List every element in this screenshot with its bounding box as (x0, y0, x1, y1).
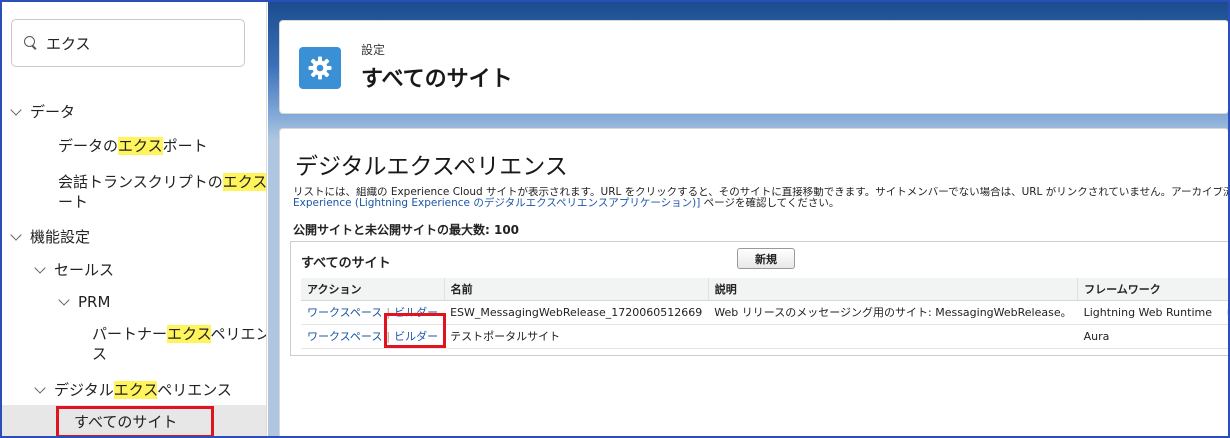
site-description (708, 324, 1078, 349)
column-header-action: アクション (301, 278, 445, 301)
quick-find-search[interactable]: エクス (11, 19, 245, 67)
nav-text: パートナー (92, 325, 168, 343)
nav-text: 会話トランスクリプトの (58, 173, 223, 191)
nav-prm-label: PRM (78, 293, 111, 311)
nav-partner-experience[interactable]: パートナーエクスペリエン ス (92, 324, 267, 364)
column-header-framework: フレームワーク (1077, 278, 1228, 301)
nav-text: ス (92, 345, 108, 363)
annotation-highlight-box (56, 406, 214, 436)
section-title: デジタルエクスペリエンス (295, 154, 568, 180)
search-input-value[interactable]: エクス (46, 33, 91, 54)
nav-text: データの (58, 137, 119, 155)
nav-text: ポート (162, 137, 208, 155)
nav-data-label: データ (30, 103, 76, 121)
setup-sidebar: エクス データ データのエクスポート 会話トランスクリプトのエクスポ ート 機能… (2, 2, 267, 436)
nav-conversation-transcript-export[interactable]: 会話トランスクリプトのエクスポ ート (58, 172, 267, 212)
column-header-description: 説明 (708, 278, 1079, 301)
nav-sales-label: セールス (54, 261, 115, 279)
page-title: すべてのサイト (361, 67, 513, 92)
max-sites-info: 公開サイトと未公開サイトの最大数: 100 (293, 221, 519, 238)
annotation-highlight-box (384, 313, 446, 348)
main-area: 設定 すべてのサイト デジタルエクスペリエンス リストには、組織の Experi… (268, 2, 1228, 436)
nav-text: ート (58, 193, 89, 211)
content-panel: デジタルエクスペリエンス リストには、組織の Experience Cloud … (279, 128, 1228, 436)
search-highlight: エクス (167, 325, 211, 343)
site-framework: Aura (1077, 324, 1228, 349)
nav-feature-settings-label: 機能設定 (30, 228, 91, 246)
nav-text: デジタル (54, 381, 114, 399)
chevron-down-icon (34, 262, 46, 274)
page-header: 設定 すべてのサイト (279, 20, 1228, 114)
new-site-button[interactable]: 新規 (737, 248, 795, 269)
workspace-link[interactable]: ワークスペース (307, 330, 382, 343)
list-title: すべてのサイト (301, 256, 391, 271)
search-highlight: エクス (222, 173, 267, 191)
chevron-down-icon (10, 104, 22, 116)
nav-data[interactable]: データ (10, 102, 76, 122)
framework-label: Lightning Web Runtime (1083, 306, 1212, 319)
site-name: テストポータルサイト (444, 324, 709, 349)
max-sites-value: 100 (493, 223, 520, 237)
search-highlight: エクス (113, 381, 158, 399)
breadcrumb[interactable]: 設定 (361, 41, 385, 58)
site-name: ESW_MessagingWebRelease_1720060512669 (444, 300, 709, 325)
nav-prm[interactable]: PRM (58, 292, 111, 312)
gear-icon (308, 56, 332, 80)
setup-badge (299, 47, 341, 89)
nav-sales[interactable]: セールス (34, 260, 115, 280)
chevron-down-icon (10, 229, 22, 241)
table-header-row: アクション 名前 説明 フレームワーク (301, 278, 1228, 301)
description-text: リストには、組織の Experience Cloud サイトが表示されます。UR… (293, 187, 1228, 209)
site-description: Web リリースのメッセージング用のサイト: MessagingWebRelea… (708, 300, 1078, 325)
experience-app-link[interactable]: Experience (Lightning Experience のデジタルエク… (293, 197, 700, 209)
nav-digital-experience[interactable]: デジタルエクスペリエンス (34, 380, 232, 400)
chevron-down-icon (58, 294, 70, 306)
nav-feature-settings[interactable]: 機能設定 (10, 227, 91, 247)
screenshot-frame: エクス データ データのエクスポート 会話トランスクリプトのエクスポ ート 機能… (0, 0, 1230, 438)
column-header-name[interactable]: 名前 (444, 278, 709, 301)
chevron-down-icon (34, 382, 46, 394)
description-line: ページを確認してください。 (700, 197, 840, 209)
search-icon (24, 36, 38, 50)
site-framework: Lightning Web Runtime ⚡拡張 (1077, 300, 1228, 325)
nav-data-export[interactable]: データのエクスポート (58, 136, 208, 156)
nav-text: ペリエン (210, 325, 267, 343)
workspace-link[interactable]: ワークスペース (307, 306, 382, 319)
nav-text: ペリエンス (157, 381, 232, 399)
max-sites-label: 公開サイトと未公開サイトの最大数: (293, 223, 494, 237)
search-highlight: エクス (118, 137, 163, 155)
